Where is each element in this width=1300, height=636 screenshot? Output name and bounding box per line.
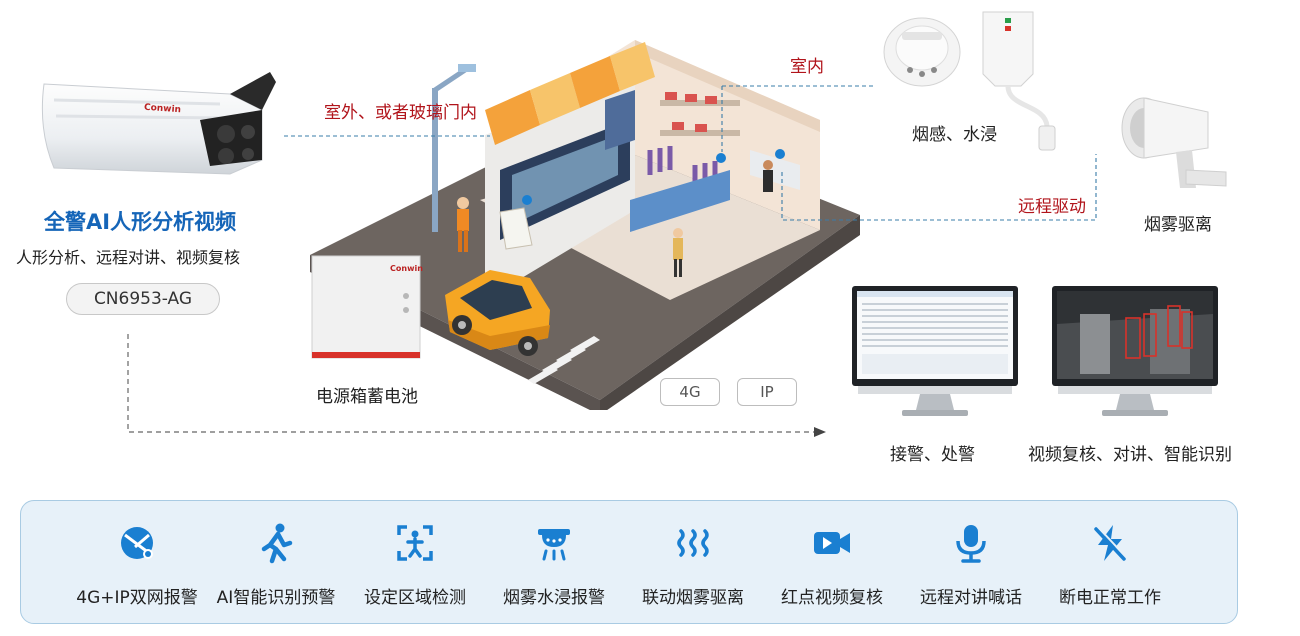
video-camera-icon: [814, 532, 850, 554]
heat-waves-icon: [677, 529, 709, 557]
feature-label: 设定区域检测: [364, 588, 466, 608]
feature-smoke-water: 烟雾水浸报警: [484, 501, 624, 625]
feature-panel: 4G+IP双网报警 AI智能识别预警 设定区域检测 烟雾水浸报警 联动烟雾驱离 …: [20, 500, 1238, 624]
dual-network-icon: [121, 527, 153, 559]
feature-power-cut: 断电正常工作: [1040, 501, 1180, 625]
monitor-alarm-console: [852, 286, 1018, 416]
fog-generator-image: [1121, 97, 1227, 188]
power-box-label: 电源箱蓄电池: [316, 387, 418, 407]
feature-dual-network: 4G+IP双网报警: [67, 501, 207, 625]
feature-fog-linkage: 联动烟雾驱离: [623, 501, 763, 625]
feature-label: 远程对讲喊话: [920, 588, 1022, 608]
power-box-brand: Conwin: [390, 264, 423, 273]
network-tag-4g: 4G: [660, 378, 720, 406]
smoke-water-label: 烟感、水浸: [912, 125, 997, 145]
area-detect-icon: [397, 525, 433, 561]
feature-video-review: 红点视频复核: [762, 501, 902, 625]
smoke-water-icon: [538, 529, 570, 561]
fog-label: 烟雾驱离: [1144, 215, 1212, 235]
feature-label: 4G+IP双网报警: [76, 588, 198, 608]
network-tag-ip: IP: [737, 378, 797, 406]
feature-label: 红点视频复核: [781, 588, 883, 608]
monitor-right-label: 视频复核、对讲、智能识别: [1028, 445, 1232, 465]
feature-label: 断电正常工作: [1059, 588, 1161, 608]
indoor-label: 室内: [790, 57, 824, 77]
microphone-icon: [956, 525, 986, 563]
outdoor-label: 室外、或者玻璃门内: [324, 103, 477, 123]
power-cut-icon: [1094, 525, 1127, 561]
feature-label: 联动烟雾驱离: [642, 588, 744, 608]
feature-ai-recognition: AI智能识别预警: [206, 501, 346, 625]
smoke-detector-image: [883, 17, 961, 87]
running-person-icon: [261, 523, 293, 564]
feature-label: AI智能识别预警: [216, 588, 336, 608]
feature-remote-talk: 远程对讲喊话: [901, 501, 1041, 625]
monitor-video-review: [1052, 286, 1218, 416]
feature-area-detect: 设定区域检测: [345, 501, 485, 625]
remote-drive-label: 远程驱动: [1018, 197, 1086, 217]
feature-label: 烟雾水浸报警: [503, 588, 605, 608]
monitor-left-label: 接警、处警: [890, 445, 975, 465]
